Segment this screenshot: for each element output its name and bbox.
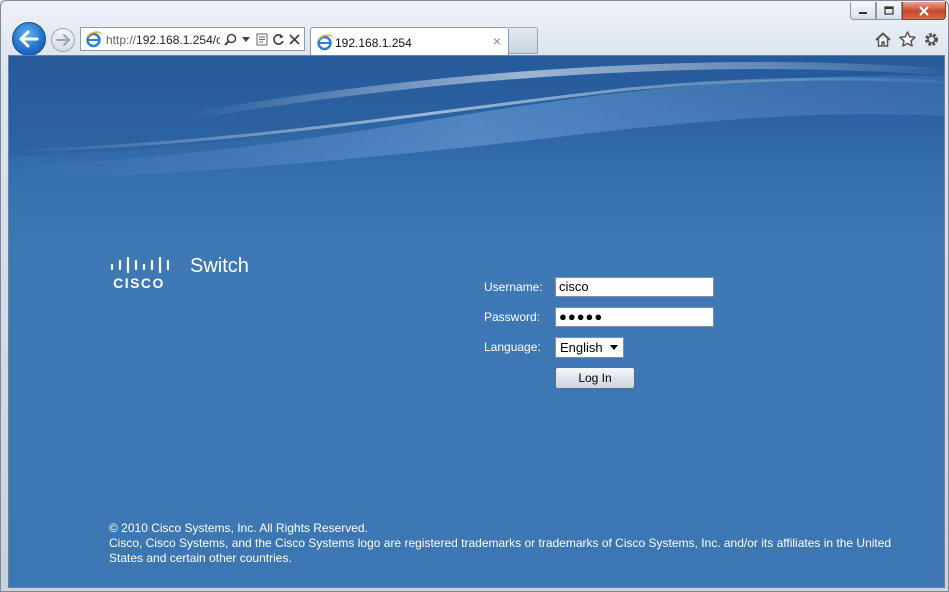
browser-chrome: http://192.168.1.254/c 192.168.1.254 × xyxy=(1,1,949,56)
address-bar[interactable]: http://192.168.1.254/c xyxy=(80,27,305,51)
settings-gear-icon xyxy=(924,32,938,46)
tab-title: 192.168.1.254 xyxy=(335,36,412,50)
close-window-button[interactable] xyxy=(902,2,946,20)
stop-icon xyxy=(288,33,300,45)
header-wave-decoration xyxy=(9,56,944,256)
search-icon xyxy=(223,33,236,46)
ie-icon xyxy=(86,31,102,48)
compatibility-view-button[interactable] xyxy=(255,31,269,47)
password-label: Password: xyxy=(484,310,541,324)
favorites-button[interactable] xyxy=(898,30,916,48)
stop-button[interactable] xyxy=(287,31,301,47)
footer: © 2010 Cisco Systems, Inc. All Rights Re… xyxy=(109,521,909,566)
settings-button[interactable] xyxy=(922,30,940,48)
username-label: Username: xyxy=(484,280,543,294)
cisco-bars-logo-icon xyxy=(110,256,170,274)
tab-close-icon[interactable]: × xyxy=(493,34,501,48)
product-title: Switch xyxy=(190,255,249,277)
language-selected-value: English xyxy=(560,340,603,355)
maximize-icon xyxy=(884,6,894,15)
refresh-button[interactable] xyxy=(271,31,285,47)
minimize-button[interactable] xyxy=(850,2,876,20)
copyright-text: © 2010 Cisco Systems, Inc. All Rights Re… xyxy=(109,521,368,535)
address-bar-icons xyxy=(223,31,301,47)
page-viewport: CISCO Switch Username: cisco Password: ●… xyxy=(8,55,945,588)
new-tab-button[interactable] xyxy=(509,27,538,54)
browser-window: http://192.168.1.254/c 192.168.1.254 × C… xyxy=(0,0,949,592)
trademark-text: Cisco, Cisco Systems, and the Cisco Syst… xyxy=(109,536,892,565)
compatibility-icon xyxy=(256,33,268,45)
forward-arrow-icon xyxy=(56,34,70,46)
address-text[interactable]: http://192.168.1.254/c xyxy=(106,33,220,47)
window-controls xyxy=(850,2,946,20)
forward-button[interactable] xyxy=(51,28,75,52)
back-arrow-icon xyxy=(19,30,39,48)
chevron-down-icon xyxy=(610,345,618,350)
home-button[interactable] xyxy=(874,30,892,48)
username-input[interactable]: cisco xyxy=(555,277,714,297)
minimize-icon xyxy=(859,11,867,14)
address-dropdown-button[interactable] xyxy=(239,31,253,47)
refresh-icon xyxy=(272,33,284,45)
maximize-button[interactable] xyxy=(876,2,902,20)
language-select[interactable]: English xyxy=(555,337,624,358)
browser-tab[interactable]: 192.168.1.254 × xyxy=(310,27,509,55)
language-label: Language: xyxy=(484,340,541,354)
favorites-star-icon xyxy=(898,31,916,47)
search-button[interactable] xyxy=(223,31,237,47)
home-icon xyxy=(875,32,891,47)
password-input[interactable]: ●●●●● xyxy=(555,307,714,327)
cisco-logo: CISCO xyxy=(109,256,170,291)
ie-icon xyxy=(317,34,333,51)
browser-tools xyxy=(874,30,940,48)
cisco-logo-text: CISCO xyxy=(113,275,165,291)
dropdown-icon xyxy=(242,36,250,42)
login-button[interactable]: Log In xyxy=(555,367,635,389)
close-icon xyxy=(919,5,929,16)
back-button[interactable] xyxy=(12,22,46,56)
